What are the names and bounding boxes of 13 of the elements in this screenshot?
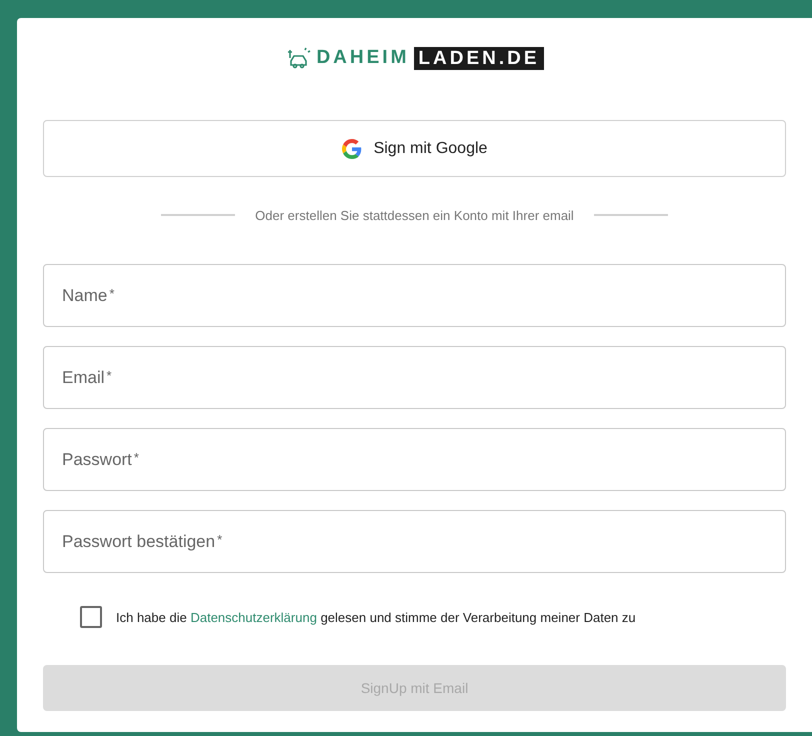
divider-text: Oder erstellen Sie stattdessen ein Konto mit Ihrer email <box>255 208 574 222</box>
input-field[interactable]: Passwort* <box>43 428 786 491</box>
privacy-link[interactable]: Datenschutzerklärung <box>190 610 317 624</box>
consent-checkbox[interactable] <box>80 606 102 628</box>
google-signin-button[interactable]: Sign mit Google <box>43 120 786 177</box>
google-icon <box>342 138 362 158</box>
input-field[interactable]: Email* <box>43 346 786 409</box>
consent-text: Ich habe die Datenschutzerklärung gelesen und stimme der Verarbeitung meiner Daten zu <box>116 610 636 624</box>
car-icon <box>285 47 312 69</box>
input-field[interactable]: Name* <box>43 264 786 327</box>
input-field[interactable]: Passwort bestätigen* <box>43 510 786 573</box>
logo-text: LADEN.DE <box>414 46 544 70</box>
logo-text: DAHEIM <box>316 47 410 69</box>
